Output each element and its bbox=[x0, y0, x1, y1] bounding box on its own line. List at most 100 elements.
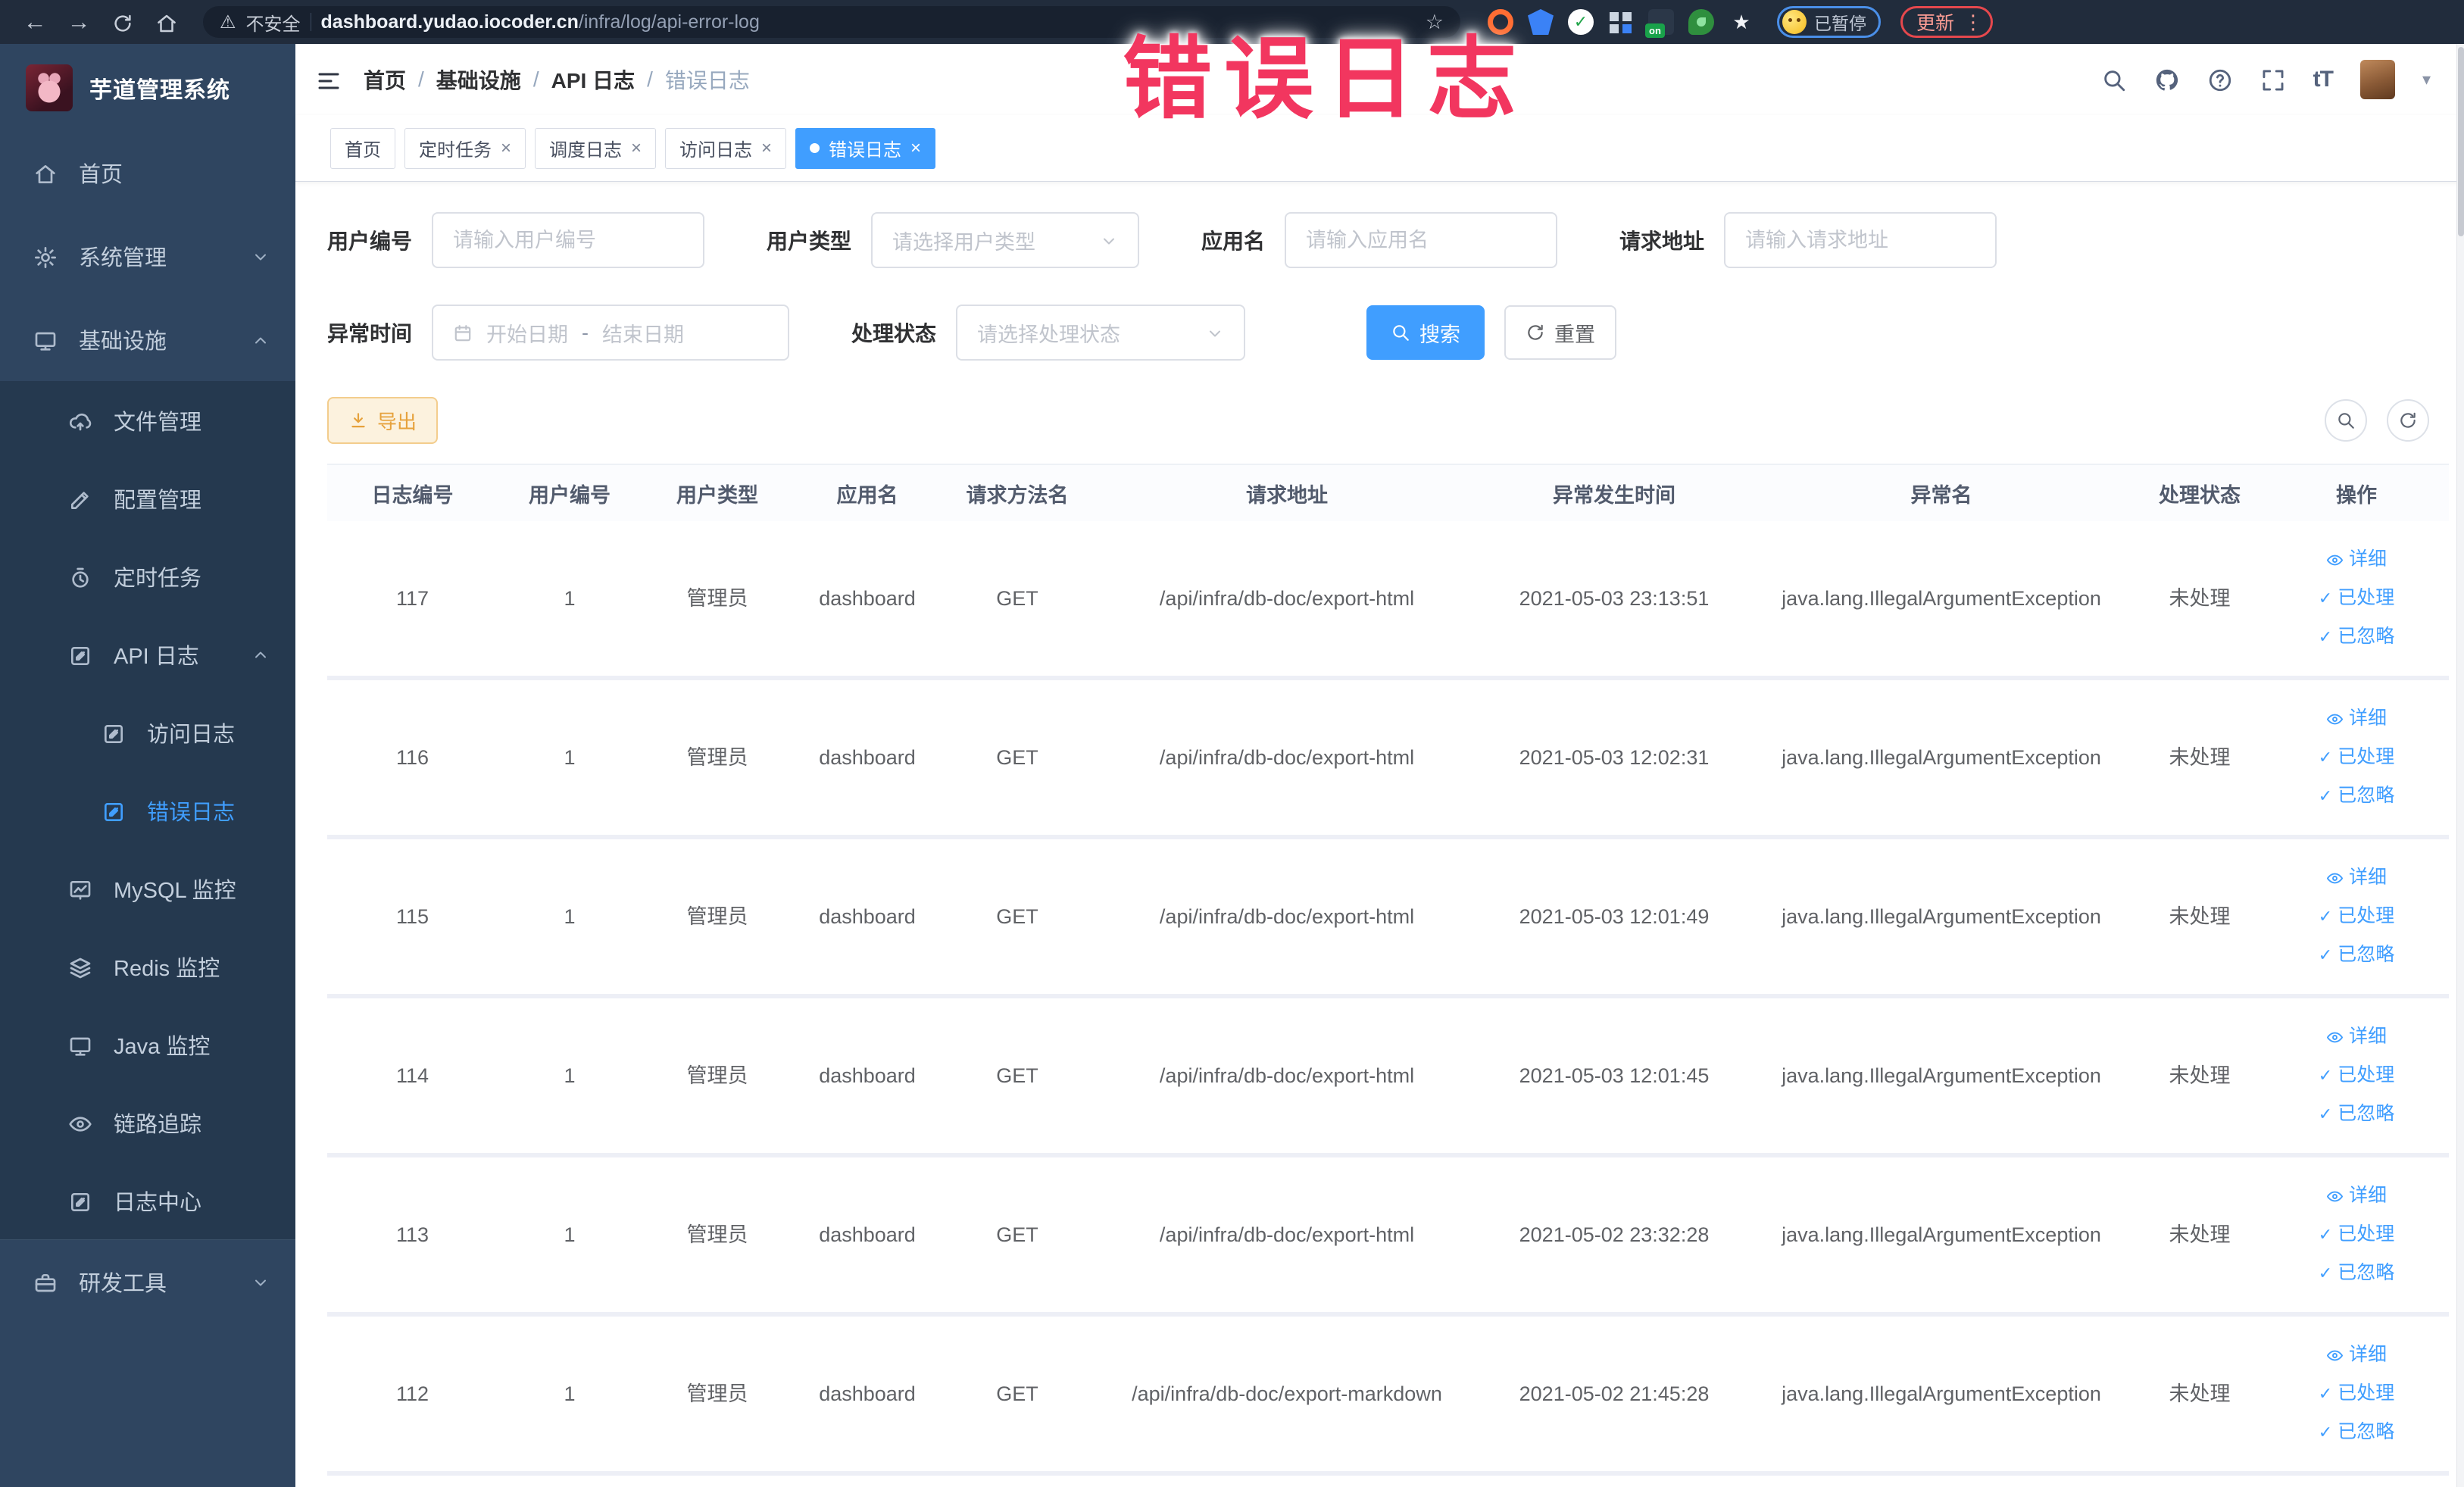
table-row: 113 1 管理员 dashboard GET /api/infra/db-do… bbox=[327, 1157, 2449, 1317]
mark-ignored-link[interactable]: ✓ 已忽略 bbox=[2319, 1261, 2394, 1286]
mark-ignored-link[interactable]: ✓ 已忽略 bbox=[2319, 783, 2394, 809]
detail-link[interactable]: 详细 bbox=[2326, 1342, 2387, 1368]
mark-ignored-link[interactable]: ✓ 已忽略 bbox=[2319, 624, 2394, 650]
sidebar-item-access-log[interactable]: 访问日志 bbox=[0, 693, 295, 771]
user-type-select[interactable]: 请选择用户类型 bbox=[871, 212, 1140, 268]
row-actions: 详细 ✓ 已处理 ✓ 已忽略 bbox=[2264, 1024, 2449, 1126]
refresh-table-button[interactable] bbox=[2387, 399, 2429, 442]
sidebar-item-error-log[interactable]: 错误日志 bbox=[0, 771, 295, 849]
browser-home-icon[interactable] bbox=[148, 0, 185, 44]
detail-link[interactable]: 详细 bbox=[2326, 1024, 2387, 1050]
search-icon[interactable] bbox=[2101, 66, 2127, 92]
mark-processed-link[interactable]: ✓ 已处理 bbox=[2319, 1063, 2394, 1089]
scrollbar-track[interactable] bbox=[2456, 44, 2464, 1487]
user-id-input[interactable] bbox=[432, 212, 705, 268]
mark-processed-link[interactable]: ✓ 已处理 bbox=[2319, 904, 2394, 929]
browser-forward-icon[interactable]: → bbox=[61, 0, 97, 44]
extension-shield-icon[interactable] bbox=[1528, 9, 1554, 35]
breadcrumb-api-log[interactable]: API 日志 bbox=[551, 64, 635, 95]
scrollbar-thumb[interactable] bbox=[2458, 47, 2464, 236]
extension-proxy-icon[interactable]: on bbox=[1645, 9, 1674, 38]
detail-link[interactable]: 详细 bbox=[2326, 706, 2387, 732]
check-icon: ✓ bbox=[2318, 589, 2333, 608]
mark-ignored-link[interactable]: ✓ 已忽略 bbox=[2319, 942, 2394, 968]
filter-row-1: 用户编号 用户类型 请选择用户类型 应用名 bbox=[327, 212, 2449, 268]
check-icon: ✓ bbox=[2318, 907, 2333, 926]
mark-ignored-link[interactable]: ✓ 已忽略 bbox=[2319, 1101, 2394, 1127]
app-logo[interactable]: 芋道管理系统 bbox=[0, 44, 295, 131]
browser-update-button[interactable]: 更新 ⋮ bbox=[1900, 6, 1994, 38]
close-icon[interactable]: × bbox=[631, 138, 642, 159]
breadcrumb-infra[interactable]: 基础设施 bbox=[436, 64, 521, 95]
extensions-puzzle-icon[interactable]: ★ bbox=[1729, 9, 1754, 35]
search-button[interactable]: 搜索 bbox=[1366, 305, 1485, 360]
cell-user-id: 1 bbox=[564, 1382, 576, 1405]
sidebar-item-config-manage[interactable]: 配置管理 bbox=[0, 459, 295, 537]
tag-home[interactable]: 首页 bbox=[330, 127, 395, 169]
tag-error-log[interactable]: 错误日志 × bbox=[795, 127, 936, 169]
browser-profile-chip[interactable]: 已暂停 bbox=[1777, 6, 1881, 38]
extension-leaf-icon[interactable] bbox=[1688, 9, 1714, 35]
cell-app-name: dashboard bbox=[819, 1064, 916, 1087]
mark-processed-link[interactable]: ✓ 已处理 bbox=[2319, 586, 2394, 611]
reset-button[interactable]: 重置 bbox=[1504, 305, 1617, 360]
toggle-search-button[interactable] bbox=[2325, 399, 2367, 442]
mark-processed-link[interactable]: ✓ 已处理 bbox=[2319, 1381, 2394, 1407]
close-icon[interactable]: × bbox=[761, 138, 772, 159]
extension-grid-icon[interactable] bbox=[1608, 9, 1634, 35]
sidebar-item-home[interactable]: 首页 bbox=[0, 131, 295, 214]
sidebar-item-system[interactable]: 系统管理 bbox=[0, 214, 295, 298]
close-icon[interactable]: × bbox=[910, 138, 921, 159]
mark-processed-link[interactable]: ✓ 已处理 bbox=[2319, 1222, 2394, 1248]
tag-access-log[interactable]: 访问日志 × bbox=[665, 127, 787, 169]
cell-app-name: dashboard bbox=[819, 1223, 916, 1246]
mark-ignored-link[interactable]: ✓ 已忽略 bbox=[2319, 1420, 2394, 1445]
app-name-input[interactable] bbox=[1285, 212, 1558, 268]
browser-back-icon[interactable]: ← bbox=[17, 0, 53, 44]
sidebar-item-file-manage[interactable]: 文件管理 bbox=[0, 381, 295, 459]
gear-icon bbox=[32, 242, 59, 270]
sidebar-item-log-center[interactable]: 日志中心 bbox=[0, 1161, 295, 1239]
sidebar-item-java-monitor[interactable]: Java 监控 bbox=[0, 1005, 295, 1083]
security-label[interactable]: 不安全 bbox=[246, 9, 301, 36]
request-url-input[interactable] bbox=[1724, 212, 1997, 268]
date-range-picker[interactable]: 开始日期 - 结束日期 bbox=[432, 305, 790, 361]
table-row: 115 1 管理员 dashboard GET /api/infra/db-do… bbox=[327, 839, 2449, 998]
layers-icon bbox=[67, 952, 94, 981]
detail-link[interactable]: 详细 bbox=[2326, 865, 2387, 891]
collapse-sidebar-icon[interactable] bbox=[315, 64, 342, 94]
sidebar-item-redis-monitor[interactable]: Redis 监控 bbox=[0, 927, 295, 1005]
end-date-placeholder[interactable]: 结束日期 bbox=[602, 318, 684, 348]
sidebar-item-api-log[interactable]: API 日志 bbox=[0, 615, 295, 693]
fullscreen-icon[interactable] bbox=[2260, 66, 2286, 92]
breadcrumb: 首页 / 基础设施 / API 日志 / 错误日志 bbox=[364, 64, 750, 95]
status-select[interactable]: 请选择处理状态 bbox=[956, 305, 1246, 361]
annotation-error-log: 错误日志 bbox=[1123, 30, 1529, 130]
extension-check-icon[interactable]: ✓ bbox=[1568, 9, 1594, 35]
start-date-placeholder[interactable]: 开始日期 bbox=[486, 318, 568, 348]
sidebar-item-dev-tools[interactable]: 研发工具 bbox=[0, 1240, 295, 1323]
browser-reload-icon[interactable] bbox=[105, 0, 141, 44]
close-icon[interactable]: × bbox=[501, 138, 511, 159]
sidebar-item-scheduled-task[interactable]: 定时任务 bbox=[0, 537, 295, 615]
browser-menu-icon[interactable]: ⋮ bbox=[1963, 11, 1983, 34]
sidebar-item-trace[interactable]: 链路追踪 bbox=[0, 1083, 295, 1161]
tag-schedule-log[interactable]: 调度日志 × bbox=[535, 127, 657, 169]
sidebar-item-infra[interactable]: 基础设施 bbox=[0, 298, 295, 381]
export-button[interactable]: 导出 bbox=[327, 397, 439, 444]
detail-link[interactable]: 详细 bbox=[2326, 1183, 2387, 1209]
help-icon[interactable] bbox=[2207, 66, 2233, 92]
cell-time: 2021-05-02 21:45:28 bbox=[1519, 1382, 1710, 1405]
mark-processed-link[interactable]: ✓ 已处理 bbox=[2319, 745, 2394, 770]
font-size-icon[interactable]: tT bbox=[2313, 67, 2334, 92]
breadcrumb-home[interactable]: 首页 bbox=[364, 64, 406, 95]
cell-app-name: dashboard bbox=[819, 1382, 916, 1405]
github-icon[interactable] bbox=[2154, 66, 2180, 92]
avatar-caret-icon[interactable]: ▾ bbox=[2422, 70, 2431, 89]
cell-time: 2021-05-03 23:13:51 bbox=[1519, 586, 1710, 610]
user-avatar[interactable] bbox=[2359, 60, 2395, 99]
sidebar-item-mysql-monitor[interactable]: MySQL 监控 bbox=[0, 849, 295, 927]
filter-label: 异常时间 bbox=[327, 322, 413, 345]
tag-scheduled-task[interactable]: 定时任务 × bbox=[404, 127, 526, 169]
detail-link[interactable]: 详细 bbox=[2326, 547, 2387, 573]
